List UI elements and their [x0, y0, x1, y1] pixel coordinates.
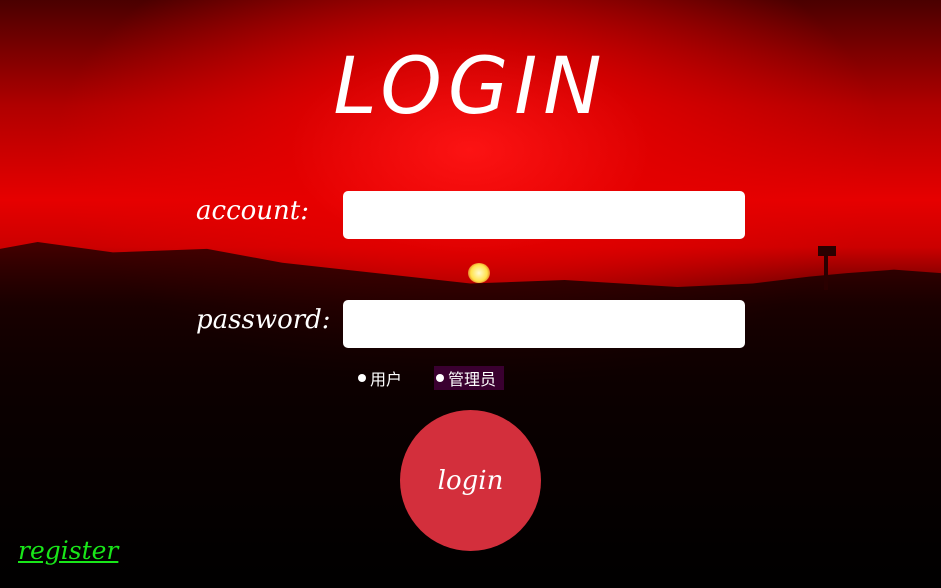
account-label: account: [196, 196, 309, 226]
page-title: LOGIN [333, 42, 608, 132]
role-label-user: 用户 [370, 370, 403, 389]
login-button[interactable]: login [400, 410, 541, 551]
register-link[interactable]: register [18, 536, 118, 565]
role-option-admin[interactable]: 管理员 [434, 366, 505, 390]
account-input[interactable] [343, 191, 745, 239]
sun-graphic [468, 263, 490, 283]
radio-icon[interactable] [358, 374, 366, 382]
radio-icon[interactable] [436, 374, 444, 382]
role-label-admin: 管理员 [448, 370, 497, 389]
lamp-post-graphic [824, 248, 828, 290]
password-input[interactable] [343, 300, 745, 348]
role-option-user[interactable]: 用户 [356, 366, 402, 390]
password-label: password: [196, 305, 331, 335]
